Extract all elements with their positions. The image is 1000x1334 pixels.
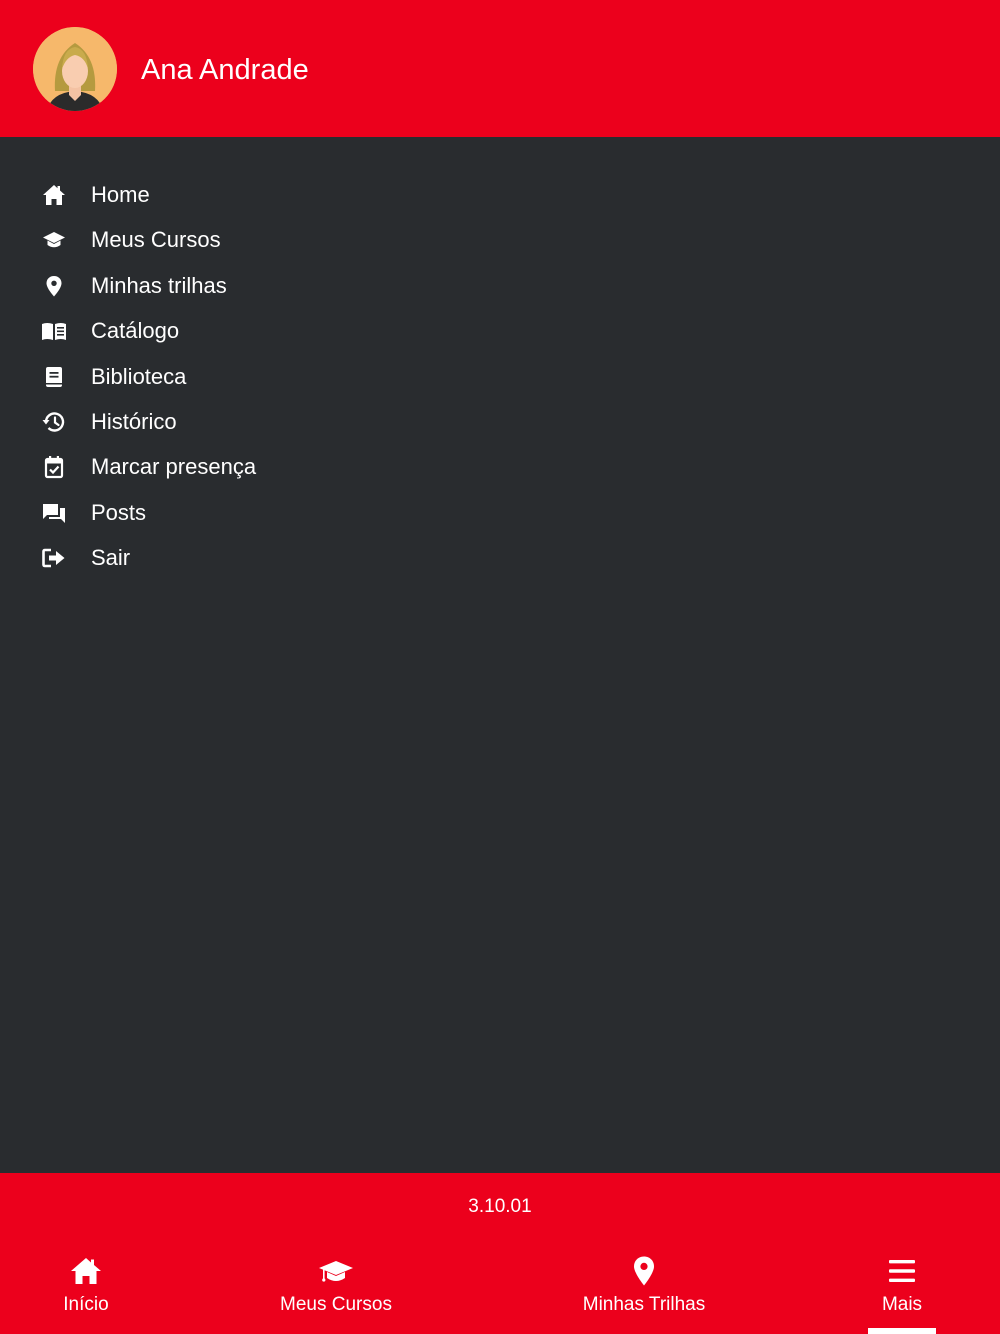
graduation-cap-icon bbox=[40, 227, 68, 253]
logout-icon bbox=[40, 545, 68, 571]
tab-minhas-trilhas[interactable]: Minhas Trilhas bbox=[569, 1253, 719, 1334]
menu-item-label: Catálogo bbox=[91, 318, 180, 344]
avatar[interactable] bbox=[33, 27, 117, 111]
drawer-header: Ana Andrade bbox=[0, 0, 1000, 137]
map-pin-icon bbox=[40, 273, 68, 299]
menu-item-minhas-trilhas[interactable]: Minhas trilhas bbox=[0, 263, 1000, 308]
calendar-check-icon bbox=[40, 454, 68, 480]
tab-label: Minhas Trilhas bbox=[582, 1294, 706, 1315]
menu-item-label: Histórico bbox=[91, 408, 177, 434]
tab-meus-cursos[interactable]: Meus Cursos bbox=[266, 1253, 406, 1334]
book-icon bbox=[40, 364, 68, 390]
tab-label: Início bbox=[63, 1294, 109, 1315]
menu-item-meus-cursos[interactable]: Meus Cursos bbox=[0, 217, 1000, 262]
map-pin-icon bbox=[626, 1255, 662, 1287]
menu-item-posts[interactable]: Posts bbox=[0, 490, 1000, 535]
menu-item-label: Meus Cursos bbox=[91, 227, 221, 253]
menu-item-historico[interactable]: Histórico bbox=[0, 399, 1000, 444]
user-avatar-icon bbox=[33, 27, 117, 111]
menu-item-label: Minhas trilhas bbox=[91, 272, 227, 298]
bottom-bar: 3.10.01 Início Meus Cursos Minhas Trilha… bbox=[0, 1173, 1000, 1334]
tab-label: Meus Cursos bbox=[280, 1294, 392, 1315]
app-version: 3.10.01 bbox=[468, 1196, 532, 1217]
active-tab-indicator bbox=[868, 1328, 936, 1334]
menu-item-label: Home bbox=[91, 182, 150, 207]
menu-item-label: Posts bbox=[91, 499, 147, 525]
menu-item-sair[interactable]: Sair bbox=[0, 535, 1000, 580]
home-icon bbox=[68, 1255, 104, 1287]
home-icon bbox=[40, 182, 68, 208]
menu-item-catalogo[interactable]: Catálogo bbox=[0, 308, 1000, 353]
tab-inicio[interactable]: Início bbox=[36, 1253, 136, 1334]
chat-icon bbox=[40, 500, 68, 526]
menu-item-biblioteca[interactable]: Biblioteca bbox=[0, 354, 1000, 399]
user-name: Ana Andrade bbox=[141, 54, 309, 86]
menu-item-marcar-presenca[interactable]: Marcar presença bbox=[0, 444, 1000, 489]
menu-item-home[interactable]: Home bbox=[0, 172, 1000, 217]
tab-mais[interactable]: Mais bbox=[862, 1253, 942, 1334]
menu-item-label: Marcar presença bbox=[91, 454, 257, 480]
history-icon bbox=[40, 409, 68, 435]
menu-item-label: Sair bbox=[91, 545, 131, 571]
tab-label: Mais bbox=[881, 1294, 923, 1315]
hamburger-menu-icon bbox=[884, 1255, 920, 1287]
drawer-menu: Home Meus Cursos Minhas trilhas Catálogo… bbox=[0, 172, 1000, 581]
graduation-cap-icon bbox=[318, 1255, 354, 1287]
open-book-icon bbox=[40, 318, 68, 344]
menu-item-label: Biblioteca bbox=[91, 363, 187, 389]
